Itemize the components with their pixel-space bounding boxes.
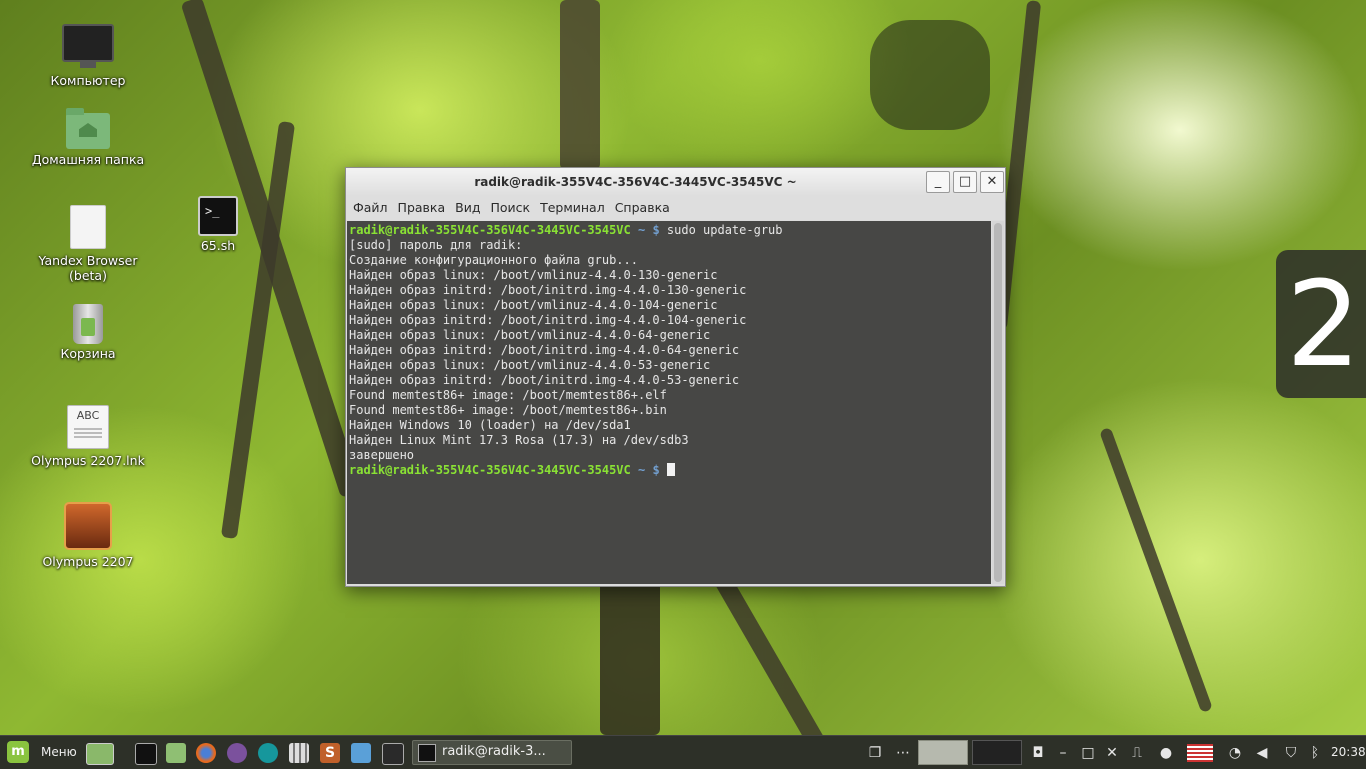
output-line: Found memtest86+ image: /boot/memtest86+… — [349, 388, 667, 402]
arduino-icon[interactable] — [258, 743, 278, 763]
workspace-2[interactable] — [972, 740, 1022, 765]
mint-logo-icon: m — [7, 741, 29, 763]
menu-edit[interactable]: Правка — [393, 196, 451, 220]
window-title: radik@radik-355V4C-356V4C-3445VC-3545VC … — [474, 175, 797, 189]
text-cursor — [666, 463, 675, 476]
desktop-icon-label: 65.sh — [200, 238, 236, 253]
menu-button[interactable]: m Меню — [4, 740, 77, 765]
titlebar[interactable]: radik@radik-355V4C-356V4C-3445VC-3545VC … — [346, 168, 1005, 196]
volume-icon[interactable]: ◀ — [1253, 744, 1271, 762]
desktop-icon-65sh[interactable]: >_ 65.sh — [153, 196, 283, 253]
minimize-button[interactable]: _ — [926, 171, 950, 193]
user-icon[interactable]: ● — [1157, 744, 1175, 762]
us-flag-icon[interactable] — [1187, 744, 1213, 762]
output-line: [sudo] пароль для radik: — [349, 238, 523, 252]
desktop-icon-olympus-lnk[interactable]: ABC Olympus 2207.lnk — [23, 405, 153, 468]
computer-icon — [62, 24, 114, 68]
output-line: Найден Windows 10 (loader) на /dev/sda1 — [349, 418, 631, 432]
menu-label: Меню — [41, 745, 77, 759]
terminal-icon — [418, 744, 436, 762]
output-line: Создание конфигурационного файла grub... — [349, 253, 638, 267]
clock-time[interactable]: 20:38 — [1331, 745, 1366, 759]
taskbar-window-label: radik@radik-3... — [442, 744, 546, 759]
shield-icon[interactable]: ⛉ — [1282, 744, 1300, 762]
desktop-icon-yandex[interactable]: Yandex Browser (beta) — [23, 205, 153, 283]
firefox-icon[interactable] — [196, 743, 216, 763]
close-icon[interactable]: ✕ — [1103, 744, 1121, 762]
prompt-line: radik@radik-355V4C-356V4C-3445VC-3545VC … — [349, 463, 991, 478]
prompt-tail: ~ $ — [630, 223, 660, 237]
desktop-icon-label: Yandex Browser (beta) — [38, 253, 138, 283]
desktop-icon-label: Olympus 2207.lnk — [31, 453, 145, 468]
text-file-icon: ABC — [67, 405, 109, 449]
output-line: Найден образ linux: /boot/vmlinuz-4.4.0-… — [349, 268, 718, 282]
bluetooth-icon[interactable]: ᛒ — [1306, 744, 1324, 762]
output-line: Найден Linux Mint 17.3 Rosa (17.3) на /d… — [349, 433, 689, 447]
output-line: Найден образ initrd: /boot/initrd.img-4.… — [349, 283, 747, 297]
clock-widget: 2 — [1276, 250, 1366, 398]
desktop-icon-olympus[interactable]: Olympus 2207 — [23, 502, 153, 569]
taskbar-window-terminal[interactable]: radik@radik-3... — [412, 740, 572, 765]
minimize-icon[interactable]: – — [1054, 744, 1072, 762]
output-line: Найден образ initrd: /boot/initrd.img-4.… — [349, 343, 740, 357]
scrollbar-thumb[interactable] — [994, 223, 1002, 582]
usb-icon[interactable]: ⎍ — [1128, 744, 1146, 762]
output-line: завершено — [349, 448, 415, 462]
wifi-icon[interactable]: ◔ — [1226, 744, 1244, 762]
output-line: Найден образ initrd: /boot/initrd.img-4.… — [349, 373, 740, 387]
menubar: Файл Правка Вид Поиск Терминал Справка — [346, 196, 1005, 220]
game-icon — [64, 502, 112, 550]
scrollbar[interactable] — [992, 221, 1004, 584]
output-line: Найден образ initrd: /boot/initrd.img-4.… — [349, 313, 747, 327]
s-app-icon[interactable]: S — [320, 743, 340, 763]
system-monitor-icon[interactable] — [351, 743, 371, 763]
menu-file[interactable]: Файл — [346, 196, 393, 220]
output-line: Найден образ linux: /boot/vmlinuz-4.4.0-… — [349, 328, 711, 342]
terminal-window[interactable]: radik@radik-355V4C-356V4C-3445VC-3545VC … — [345, 167, 1006, 587]
show-desktop-icon[interactable] — [86, 743, 114, 765]
menu-terminal[interactable]: Терминал — [535, 196, 610, 220]
terminal-output[interactable]: radik@radik-355V4C-356V4C-3445VC-3545VC … — [347, 221, 991, 584]
home-folder-icon — [66, 108, 110, 149]
calculator-icon[interactable] — [289, 743, 309, 763]
taskbar: m Меню S radik@radik-3... ❐ ⋯ ◘ – □ ✕ ⎍ … — [0, 735, 1366, 769]
desktop-icon-trash[interactable]: Корзина — [23, 304, 153, 361]
dots-icon[interactable]: ⋯ — [894, 744, 912, 762]
close-button[interactable]: ✕ — [980, 171, 1004, 193]
document-icon — [70, 205, 106, 249]
desktop-icon-label: Компьютер — [50, 73, 126, 88]
trash-icon — [73, 304, 103, 344]
viber-icon[interactable] — [227, 743, 247, 763]
workspace-1[interactable] — [918, 740, 968, 765]
desktop-icon-home[interactable]: Домашняя папка — [23, 108, 153, 167]
files-icon[interactable] — [166, 743, 186, 763]
desktop-icon-label: Olympus 2207 — [42, 554, 134, 569]
command-text: sudo update-grub — [659, 223, 783, 237]
command-line: radik@radik-355V4C-356V4C-3445VC-3545VC … — [349, 223, 991, 238]
camera-icon[interactable]: ◘ — [1029, 744, 1047, 762]
desktop-icon-label: Домашняя папка — [31, 152, 145, 167]
terminal-icon[interactable] — [135, 743, 157, 765]
window-list-icon[interactable]: ❐ — [866, 744, 884, 762]
prompt-tail: ~ $ — [630, 463, 660, 477]
output-line: Found memtest86+ image: /boot/memtest86+… — [349, 403, 667, 417]
terminal-script-icon: >_ — [198, 196, 238, 236]
menu-search[interactable]: Поиск — [485, 196, 535, 220]
prompt-user: radik@radik-355V4C-356V4C-3445VC-3545VC — [349, 223, 631, 237]
maximize-button[interactable]: □ — [953, 171, 977, 193]
menu-view[interactable]: Вид — [450, 196, 485, 220]
oscilloscope-icon[interactable] — [382, 743, 404, 765]
output-line: Найден образ linux: /boot/vmlinuz-4.4.0-… — [349, 358, 711, 372]
output-line: Найден образ linux: /boot/vmlinuz-4.4.0-… — [349, 298, 718, 312]
maximize-icon[interactable]: □ — [1079, 744, 1097, 762]
menu-help[interactable]: Справка — [610, 196, 675, 220]
desktop-icon-label: Корзина — [60, 346, 116, 361]
desktop-icon-computer[interactable]: Компьютер — [23, 24, 153, 88]
prompt-user: radik@radik-355V4C-356V4C-3445VC-3545VC — [349, 463, 631, 477]
